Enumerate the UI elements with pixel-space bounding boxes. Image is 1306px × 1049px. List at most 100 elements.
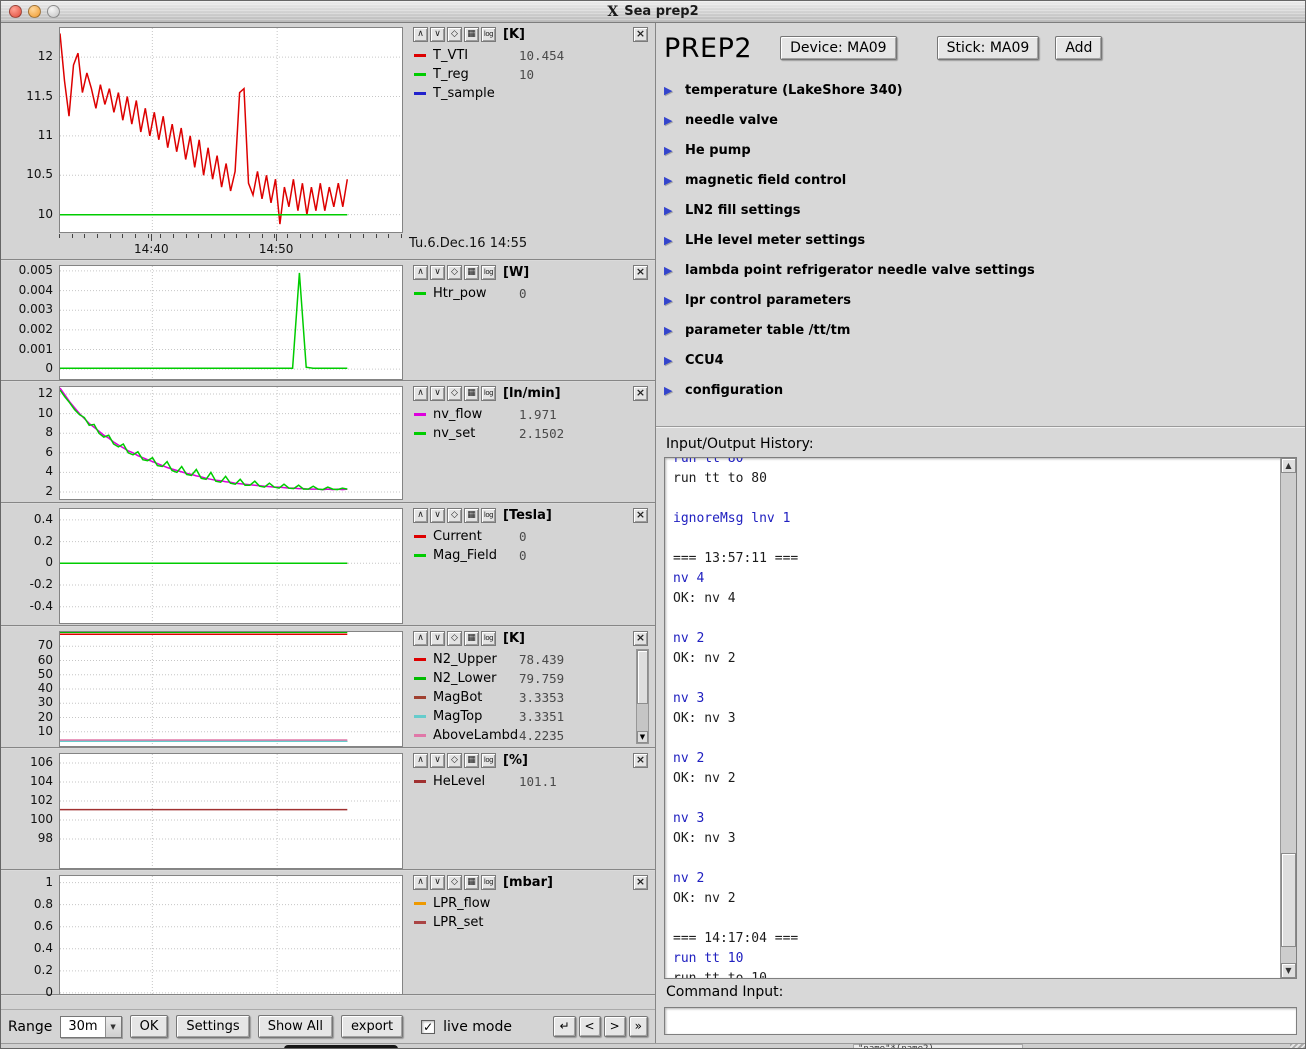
show-all-button[interactable]: Show All (258, 1015, 333, 1038)
tree-item-11[interactable]: ▶configuration (664, 375, 1297, 405)
log-scale-button[interactable]: log (481, 508, 496, 523)
options-button[interactable]: ▦ (464, 386, 479, 401)
scrollbar-down-icon[interactable]: ▼ (1281, 963, 1296, 978)
legend-item[interactable]: T_reg10 (414, 65, 631, 84)
range-dropdown[interactable]: 30m ▼ (60, 1016, 121, 1038)
scroll-down-button[interactable]: ∨ (430, 753, 445, 768)
tree-expand-triangle-icon[interactable]: ▶ (664, 234, 676, 247)
window-titlebar[interactable]: X Sea prep2 (1, 1, 1305, 23)
scrollbar-thumb[interactable] (1281, 853, 1296, 947)
chart-area[interactable] (59, 386, 403, 500)
legend-item[interactable]: Current0 (414, 527, 631, 546)
log-scale-button[interactable]: log (481, 875, 496, 890)
scroll-up-button[interactable]: ∧ (413, 386, 428, 401)
scroll-up-button[interactable]: ∧ (413, 265, 428, 280)
scroll-down-button[interactable]: ∨ (430, 265, 445, 280)
ok-button[interactable]: OK (130, 1015, 169, 1038)
scroll-up-button[interactable]: ∧ (413, 631, 428, 646)
tree-expand-triangle-icon[interactable]: ▶ (664, 114, 676, 127)
command-input[interactable] (664, 1007, 1297, 1035)
chart-area[interactable] (59, 875, 403, 995)
legend-item[interactable]: Mag_Field0 (414, 546, 631, 565)
export-button[interactable]: export (341, 1015, 403, 1038)
tree-expand-triangle-icon[interactable]: ▶ (664, 384, 676, 397)
options-button[interactable]: ▦ (464, 27, 479, 42)
tree-expand-triangle-icon[interactable]: ▶ (664, 324, 676, 337)
tree-expand-triangle-icon[interactable]: ▶ (664, 354, 676, 367)
tree-item-7[interactable]: ▶lambda point refrigerator needle valve … (664, 255, 1297, 285)
scroll-up-button[interactable]: ∧ (413, 508, 428, 523)
scroll-down-button[interactable]: ∨ (430, 875, 445, 890)
tree-item-10[interactable]: ▶CCU4 (664, 345, 1297, 375)
chart-area[interactable] (59, 27, 403, 233)
legend-scrollbar[interactable]: ▼ (636, 649, 649, 744)
tree-item-9[interactable]: ▶parameter table /tt/tm (664, 315, 1297, 345)
stick-button[interactable]: Stick: MA09 (937, 36, 1040, 60)
scroll-down-button[interactable]: ∨ (430, 27, 445, 42)
close-plot-button[interactable]: × (633, 508, 648, 523)
legend-item[interactable]: T_sample (414, 84, 631, 103)
tree-item-6[interactable]: ▶LHe level meter settings (664, 225, 1297, 255)
device-button[interactable]: Device: MA09 (780, 36, 897, 60)
scroll-up-button[interactable]: ∧ (413, 27, 428, 42)
tree-expand-triangle-icon[interactable]: ▶ (664, 174, 676, 187)
jump-latest-button[interactable]: ↵ (553, 1016, 575, 1037)
scrollbar-up-icon[interactable]: ▲ (1281, 458, 1296, 473)
jump-end-button[interactable]: » (629, 1016, 648, 1037)
log-scale-button[interactable]: log (481, 386, 496, 401)
scroll-down-button[interactable]: ∨ (430, 508, 445, 523)
scroll-down-button[interactable]: ∨ (430, 631, 445, 646)
window-close-button[interactable] (9, 5, 22, 18)
legend-item[interactable]: T_VTI10.454 (414, 46, 631, 65)
window-zoom-button[interactable] (47, 5, 60, 18)
legend-scrollbar-thumb[interactable] (637, 650, 648, 704)
legend-item[interactable]: Htr_pow0 (414, 284, 631, 303)
console-scrollbar[interactable]: ▲ ▼ (1280, 458, 1296, 978)
legend-item[interactable]: nv_set2.1502 (414, 424, 631, 443)
options-button[interactable]: ▦ (464, 753, 479, 768)
autoscale-button[interactable]: ◇ (447, 265, 462, 280)
options-button[interactable]: ▦ (464, 631, 479, 646)
legend-item[interactable]: HeLevel101.1 (414, 772, 631, 791)
tree-item-5[interactable]: ▶LN2 fill settings (664, 195, 1297, 225)
autoscale-button[interactable]: ◇ (447, 27, 462, 42)
settings-button[interactable]: Settings (176, 1015, 249, 1038)
chart-area[interactable] (59, 753, 403, 869)
close-plot-button[interactable]: × (633, 631, 648, 646)
legend-item[interactable]: N2_Lower79.759 (414, 669, 631, 688)
legend-item[interactable]: MagBot3.3353 (414, 688, 631, 707)
autoscale-button[interactable]: ◇ (447, 386, 462, 401)
io-history-console[interactable]: run tt 80run tt to 80 ignoreMsg lnv 1 ==… (664, 457, 1297, 979)
log-scale-button[interactable]: log (481, 265, 496, 280)
tree-expand-triangle-icon[interactable]: ▶ (664, 294, 676, 307)
chart-area[interactable] (59, 265, 403, 380)
close-plot-button[interactable]: × (633, 753, 648, 768)
autoscale-button[interactable]: ◇ (447, 875, 462, 890)
chart-area[interactable] (59, 508, 403, 624)
tree-item-3[interactable]: ▶He pump (664, 135, 1297, 165)
legend-item[interactable]: N2_Upper78.439 (414, 650, 631, 669)
step-forward-button[interactable]: > (604, 1016, 626, 1037)
legend-item[interactable]: AboveLambda4.2235 (414, 726, 631, 745)
log-scale-button[interactable]: log (481, 27, 496, 42)
live-mode-checkbox[interactable]: ✓ (421, 1020, 435, 1034)
scroll-up-button[interactable]: ∧ (413, 753, 428, 768)
legend-item[interactable]: nv_flow1.971 (414, 405, 631, 424)
tree-expand-triangle-icon[interactable]: ▶ (664, 144, 676, 157)
window-minimize-button[interactable] (28, 5, 41, 18)
close-plot-button[interactable]: × (633, 27, 648, 42)
scroll-up-button[interactable]: ∧ (413, 875, 428, 890)
tree-expand-triangle-icon[interactable]: ▶ (664, 84, 676, 97)
autoscale-button[interactable]: ◇ (447, 508, 462, 523)
step-back-button[interactable]: < (579, 1016, 601, 1037)
autoscale-button[interactable]: ◇ (447, 631, 462, 646)
tree-item-1[interactable]: ▶temperature (LakeShore 340) (664, 75, 1297, 105)
chart-area[interactable] (59, 631, 403, 747)
close-plot-button[interactable]: × (633, 386, 648, 401)
close-plot-button[interactable]: × (633, 265, 648, 280)
options-button[interactable]: ▦ (464, 265, 479, 280)
resize-grip[interactable] (1290, 1044, 1305, 1049)
legend-item[interactable]: MagTop3.3351 (414, 707, 631, 726)
options-button[interactable]: ▦ (464, 508, 479, 523)
tree-expand-triangle-icon[interactable]: ▶ (664, 264, 676, 277)
